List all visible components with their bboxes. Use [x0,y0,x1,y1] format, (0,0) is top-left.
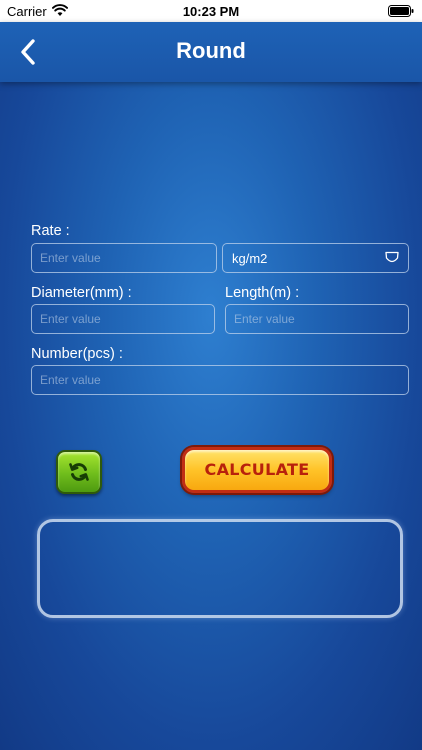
calculate-button[interactable]: CALCULATE [182,447,332,493]
chevron-down-icon [385,251,399,263]
status-bar: Carrier 10:23 PM [0,0,422,22]
length-input[interactable] [225,304,409,334]
refresh-icon [69,463,89,481]
unit-select-value: kg/m2 [232,251,268,266]
reset-button[interactable] [56,450,102,494]
page-title: Round [176,38,246,63]
unit-select[interactable]: kg/m2 [222,243,409,273]
length-label: Length(m) : [225,285,300,301]
battery-icon [388,5,414,17]
diameter-input[interactable] [31,304,215,334]
diameter-label: Diameter(mm) : [31,285,132,301]
rate-label: Rate : [31,223,70,239]
number-label: Number(pcs) : [31,346,123,362]
number-input[interactable] [31,365,409,395]
clock: 10:23 PM [182,4,240,19]
rate-input[interactable] [31,243,217,273]
navigation-bar: Round [0,22,422,82]
result-box [37,519,403,618]
